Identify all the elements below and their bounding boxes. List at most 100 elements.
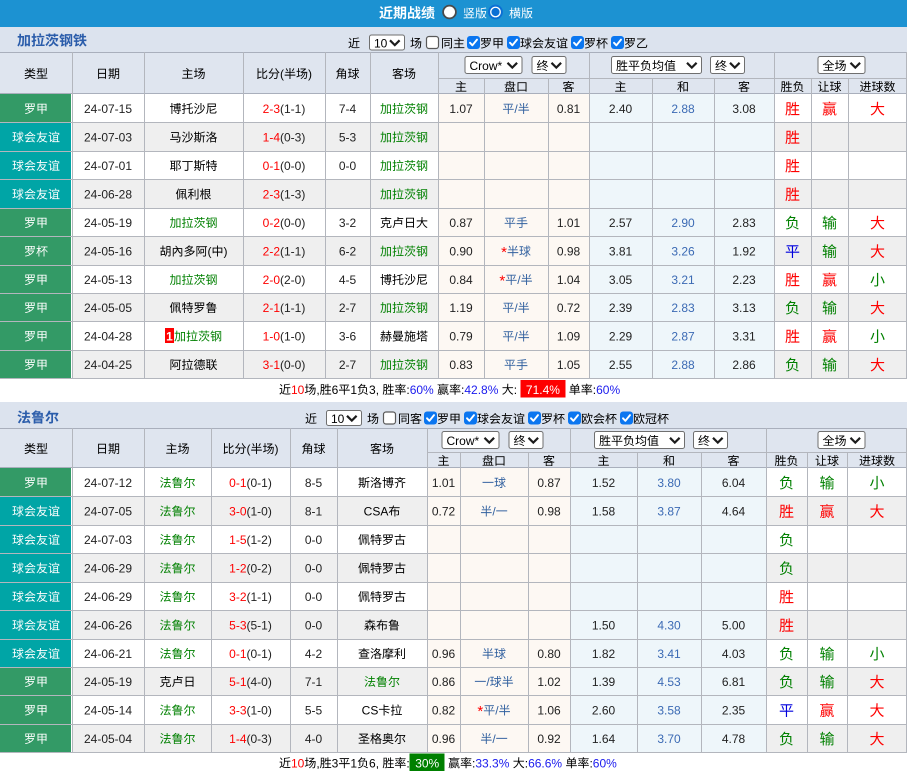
svg-text:4-5: 4-5 (339, 273, 357, 287)
svg-text:10: 10 (374, 37, 388, 51)
svg-text:3,: 3, (369, 383, 379, 397)
svg-text:2.39: 2.39 (609, 301, 633, 315)
svg-text:1-4: 1-4 (229, 732, 247, 746)
svg-text:2.55: 2.55 (609, 358, 633, 372)
svg-text:0-1: 0-1 (229, 476, 247, 490)
svg-text:24-06-29: 24-06-29 (84, 562, 132, 576)
svg-text:24-06-28: 24-06-28 (84, 188, 132, 202)
svg-text:3.13: 3.13 (732, 301, 756, 315)
svg-text:(1-1): (1-1) (247, 590, 272, 604)
svg-text:10: 10 (331, 412, 345, 426)
svg-text:2.29: 2.29 (609, 330, 633, 344)
svg-text:60%: 60% (593, 756, 617, 770)
svg-text:2.35: 2.35 (722, 704, 746, 718)
svg-text:(1-3): (1-3) (280, 188, 305, 202)
svg-text:1.58: 1.58 (592, 505, 616, 519)
svg-text:2.60: 2.60 (592, 704, 616, 718)
svg-text:2.23: 2.23 (732, 273, 756, 287)
svg-text:24-07-05: 24-07-05 (84, 505, 132, 519)
svg-text:1.02: 1.02 (537, 675, 561, 689)
svg-text:2-7: 2-7 (339, 301, 357, 315)
svg-text:3-0: 3-0 (229, 505, 247, 519)
svg-text:Crow*: Crow* (470, 59, 503, 73)
svg-text:0-1: 0-1 (263, 159, 281, 173)
svg-text:5-3: 5-3 (229, 619, 247, 633)
svg-text:CSA: CSA (364, 505, 389, 519)
svg-text:2-0: 2-0 (263, 273, 281, 287)
svg-text:3-1: 3-1 (263, 358, 281, 372)
svg-text:3-6: 3-6 (339, 330, 357, 344)
svg-text:0.82: 0.82 (432, 704, 456, 718)
svg-text:(2-0): (2-0) (280, 273, 305, 287)
svg-text:(0-0): (0-0) (280, 216, 305, 230)
svg-text:(: ( (208, 245, 212, 259)
svg-text:0-1: 0-1 (229, 647, 247, 661)
svg-text:3.05: 3.05 (609, 273, 633, 287)
svg-text:24-06-26: 24-06-26 (84, 619, 132, 633)
svg-text:6.04: 6.04 (722, 476, 746, 490)
svg-text:5.00: 5.00 (722, 619, 746, 633)
svg-text:(4-0): (4-0) (247, 675, 272, 689)
svg-text:2-3: 2-3 (263, 188, 281, 202)
svg-text:1-5: 1-5 (229, 533, 247, 547)
svg-text:0.87: 0.87 (449, 216, 473, 230)
svg-text:3: 3 (332, 756, 339, 770)
svg-text:0.80: 0.80 (537, 647, 561, 661)
svg-text:(1-0): (1-0) (280, 330, 305, 344)
svg-text:*: * (499, 272, 505, 289)
svg-text:Crow*: Crow* (447, 434, 480, 448)
svg-text:(0-3): (0-3) (247, 732, 272, 746)
svg-text:1.39: 1.39 (592, 675, 616, 689)
svg-text:66.6%: 66.6% (528, 756, 562, 770)
svg-text:4.64: 4.64 (722, 505, 746, 519)
svg-text:4.03: 4.03 (722, 647, 746, 661)
svg-text:(1-0): (1-0) (247, 505, 272, 519)
svg-text:1.06: 1.06 (537, 704, 561, 718)
svg-text:2.87: 2.87 (671, 330, 695, 344)
svg-text:): ) (224, 245, 228, 259)
svg-text:6,: 6, (369, 756, 379, 770)
svg-text:71.4%: 71.4% (526, 383, 560, 397)
svg-text:2.88: 2.88 (671, 358, 695, 372)
svg-text:24-05-19: 24-05-19 (84, 216, 132, 230)
svg-text:1: 1 (166, 330, 173, 344)
svg-text:24-05-05: 24-05-05 (84, 301, 132, 315)
svg-text:1.92: 1.92 (732, 245, 756, 259)
svg-text:3.80: 3.80 (657, 476, 681, 490)
svg-text:10: 10 (291, 756, 305, 770)
svg-text:7-4: 7-4 (339, 102, 357, 116)
svg-text:0.87: 0.87 (537, 476, 561, 490)
svg-text:0.84: 0.84 (449, 273, 473, 287)
svg-text:0.98: 0.98 (557, 245, 581, 259)
svg-text:4.78: 4.78 (722, 732, 746, 746)
svg-text:24-06-29: 24-06-29 (84, 590, 132, 604)
svg-text:1.64: 1.64 (592, 732, 616, 746)
svg-text:(1-1): (1-1) (280, 301, 305, 315)
svg-text:24-04-25: 24-04-25 (84, 358, 132, 372)
svg-text:,: , (316, 383, 319, 397)
svg-text:1-0: 1-0 (263, 330, 281, 344)
svg-text:3.58: 3.58 (657, 704, 681, 718)
svg-text:(: ( (247, 442, 251, 456)
svg-text:24-07-12: 24-07-12 (84, 476, 132, 490)
svg-text:0-2: 0-2 (263, 216, 281, 230)
svg-text:24-07-15: 24-07-15 (84, 102, 132, 116)
svg-text:7-1: 7-1 (305, 675, 323, 689)
svg-text:1.04: 1.04 (557, 273, 581, 287)
svg-text:4-2: 4-2 (305, 647, 323, 661)
svg-text:2-3: 2-3 (263, 102, 281, 116)
svg-text:3-2: 3-2 (339, 216, 357, 230)
svg-text:(1-2): (1-2) (247, 533, 272, 547)
svg-text:3.08: 3.08 (732, 102, 756, 116)
svg-text:3-3: 3-3 (229, 704, 247, 718)
svg-text:*: * (501, 244, 507, 261)
svg-text:2.83: 2.83 (732, 216, 756, 230)
svg-text:1: 1 (350, 383, 357, 397)
svg-text:24-07-03: 24-07-03 (84, 533, 132, 547)
svg-text:0-0: 0-0 (339, 159, 357, 173)
svg-text:0.86: 0.86 (432, 675, 456, 689)
svg-text:42.8%: 42.8% (464, 383, 498, 397)
svg-text:2.57: 2.57 (609, 216, 633, 230)
svg-text:3.31: 3.31 (732, 330, 756, 344)
svg-text:5-5: 5-5 (305, 704, 323, 718)
